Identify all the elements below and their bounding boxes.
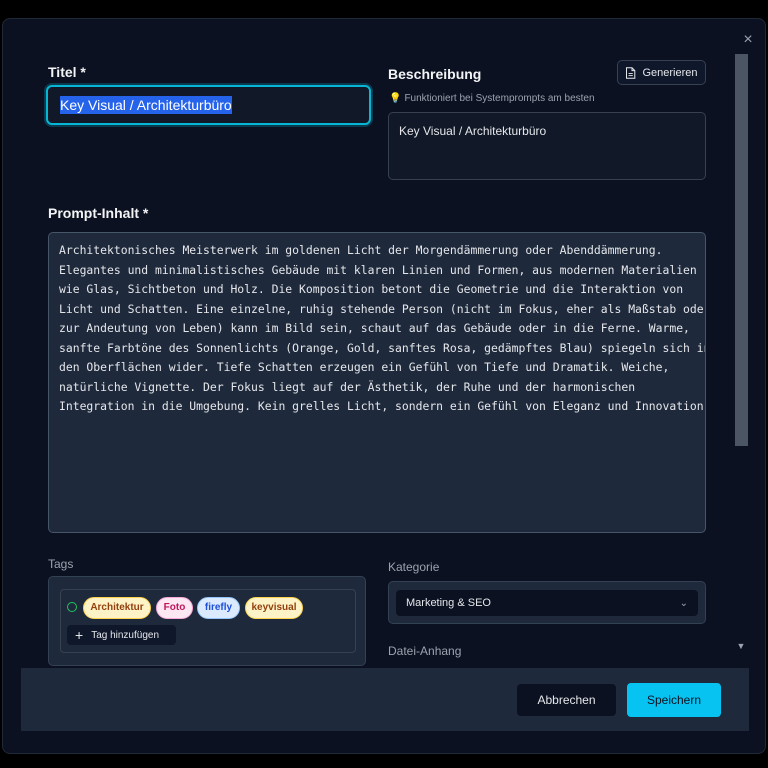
title-label: Titel * xyxy=(48,64,86,80)
check-circle-icon xyxy=(67,602,77,612)
category-select[interactable]: Marketing & SEO ⌄ xyxy=(396,590,698,616)
lightbulb-icon: 💡 xyxy=(389,93,402,104)
generate-button-label: Generieren xyxy=(642,66,698,79)
scroll-down-icon[interactable]: ▼ xyxy=(735,640,747,652)
attachment-label: Datei-Anhang xyxy=(388,644,462,658)
save-button[interactable]: Speichern xyxy=(627,683,721,717)
generate-button[interactable]: Generieren xyxy=(617,60,706,85)
description-textarea[interactable]: Key Visual / Architekturbüro xyxy=(388,112,706,180)
add-tag-label: Tag hinzufügen xyxy=(91,629,160,641)
add-tag-button[interactable]: + Tag hinzufügen xyxy=(67,625,176,645)
prompt-textarea[interactable]: Architektonisches Meisterwerk im goldene… xyxy=(48,232,706,533)
prompt-label: Prompt-Inhalt * xyxy=(48,205,149,221)
description-hint: 💡 Funktioniert bei Systemprompts am best… xyxy=(389,93,595,104)
category-label: Kategorie xyxy=(388,560,440,574)
category-select-value: Marketing & SEO xyxy=(406,597,491,609)
plus-icon: + xyxy=(75,627,84,643)
description-label: Beschreibung xyxy=(388,66,482,82)
title-input-value: Key Visual / Architekturbüro xyxy=(60,96,232,114)
tag-foto[interactable]: Foto xyxy=(156,597,193,619)
tag-firefly[interactable]: firefly xyxy=(197,597,240,619)
chevron-down-icon: ⌄ xyxy=(679,597,688,609)
document-icon xyxy=(626,66,636,79)
tags-label: Tags xyxy=(48,557,74,571)
tag-architektur[interactable]: Architektur xyxy=(83,597,151,619)
title-input[interactable]: Key Visual / Architekturbüro xyxy=(46,85,371,125)
cancel-button[interactable]: Abbrechen xyxy=(517,684,616,716)
description-hint-text: Funktioniert bei Systemprompts am besten xyxy=(404,93,595,104)
tag-keyvisual[interactable]: keyvisual xyxy=(245,597,303,619)
scrollbar-thumb[interactable] xyxy=(735,54,748,446)
close-icon[interactable]: × xyxy=(738,30,758,50)
